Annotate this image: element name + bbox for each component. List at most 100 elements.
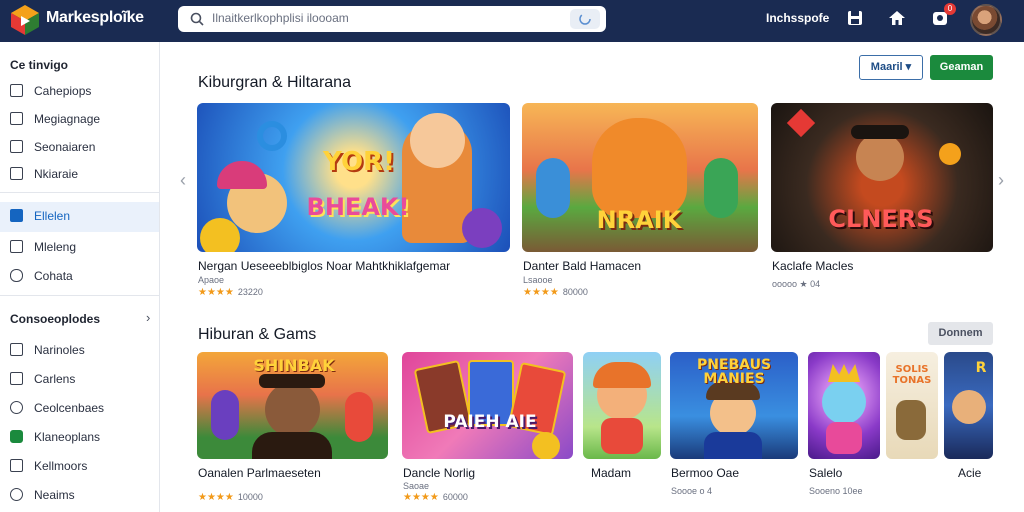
game-card-image[interactable]: YOR! BHEAK! xyxy=(197,103,510,252)
sidebar-item[interactable]: Carlens xyxy=(0,365,159,393)
sidebar-item-label: Carlens xyxy=(34,372,76,386)
hat-illustration xyxy=(259,374,325,388)
sidebar-item[interactable]: Cohata xyxy=(0,262,159,290)
hat-illustration xyxy=(851,125,909,139)
chevron-right-icon[interactable]: › xyxy=(146,310,150,325)
stars: ★★★★ xyxy=(403,492,439,503)
rating-count: 10000 xyxy=(237,492,263,502)
sidebar-item[interactable]: Neaims xyxy=(0,481,159,509)
sidebar-section-heading[interactable]: Consoeoplodes xyxy=(10,312,100,326)
game-card-image[interactable] xyxy=(583,352,661,459)
tag-icon xyxy=(10,459,23,472)
chevron-down-icon: ▾ xyxy=(905,61,912,73)
game-art-title: YOR! xyxy=(323,147,395,177)
game-card-image[interactable]: CLNERS xyxy=(771,103,993,252)
card-subtitle: ooooo ★ 04 xyxy=(772,279,821,289)
alert-circle-icon xyxy=(10,488,23,501)
sidebar-item-label: Mleleng xyxy=(34,240,77,254)
sidebar-item-label: Ceolcenbaes xyxy=(34,401,105,415)
sidebar-item[interactable]: Klaneoplans xyxy=(0,423,159,451)
sidebar-item[interactable]: Narinoles xyxy=(0,336,159,364)
voice-search-button[interactable] xyxy=(570,9,600,29)
coin-illustration xyxy=(939,143,961,165)
rating-count: 80000 xyxy=(562,287,588,297)
sidebar: Ce tinvigo Cahepiops Megiagnage Seonaiar… xyxy=(0,42,160,512)
body-illustration xyxy=(704,432,762,459)
sidebar-heading: Ce tinvigo xyxy=(10,58,69,72)
character-face-illustration xyxy=(952,390,986,424)
sidebar-item[interactable]: Megiagnage xyxy=(0,105,159,133)
ball-illustration xyxy=(532,432,560,459)
crown-illustration xyxy=(828,364,860,382)
search-input[interactable]: Ilnaitkerlkophplisi iloooam xyxy=(212,11,349,25)
chat-icon xyxy=(10,269,23,282)
loading-icon xyxy=(579,13,591,25)
logo-icon[interactable] xyxy=(10,4,40,36)
sidebar-item[interactable]: Ceolcenbaes xyxy=(0,394,159,422)
list-icon xyxy=(10,343,23,356)
section-title: Kiburgran & Hiltarana xyxy=(198,74,351,91)
section-title: Hiburan & Gams xyxy=(198,326,317,343)
divider xyxy=(0,192,159,193)
gamepad-icon xyxy=(10,84,23,97)
sidebar-item[interactable]: Cahepiops xyxy=(0,77,159,105)
check-circle-icon xyxy=(10,401,23,414)
top-nav-link[interactable]: Inchsspofe xyxy=(766,11,829,25)
ball-illustration xyxy=(200,218,240,252)
card-title[interactable]: Acie xyxy=(958,466,981,480)
sidebar-item[interactable]: Seonaiaren xyxy=(0,133,159,161)
card-title[interactable]: Bermoo Oae xyxy=(671,466,739,480)
divider xyxy=(0,295,159,296)
character-illustration xyxy=(536,158,570,218)
box-icon xyxy=(10,140,23,153)
game-art-title: PAIEH AIE xyxy=(443,412,537,432)
body-illustration xyxy=(601,418,643,454)
sidebar-item[interactable]: Nkiaraie xyxy=(0,160,159,188)
game-art-title: SOLIS TONAS xyxy=(892,364,932,386)
sidebar-item-label: Klaneoplans xyxy=(34,430,101,444)
game-card-image[interactable]: PAIEH AIE xyxy=(402,352,573,459)
card-title[interactable]: Oanalen Parlmaeseten xyxy=(198,466,321,480)
game-card-image[interactable] xyxy=(808,352,880,459)
home-icon[interactable] xyxy=(887,8,907,28)
card-title[interactable]: Kaclafe Macles xyxy=(772,259,853,273)
sidebar-item[interactable]: Kellmoors xyxy=(0,452,159,480)
game-card-image[interactable]: PNEBAUS MANIES xyxy=(670,352,798,459)
body-illustration xyxy=(826,422,862,454)
card-title[interactable]: Nergan Ueseeeblbiglos Noar Mahtkhiklafge… xyxy=(198,259,450,273)
game-art-title: CLNERS xyxy=(828,205,934,233)
game-art-title: R xyxy=(975,360,987,376)
sidebar-item-active[interactable]: Ellelen xyxy=(0,202,159,232)
card-title[interactable]: Salelo xyxy=(809,466,842,480)
carousel-next-icon[interactable]: › xyxy=(998,170,1004,191)
search-icon xyxy=(190,12,204,26)
sidebar-item-label: Nkiaraie xyxy=(34,167,79,181)
card-title[interactable]: Danter Bald Hamacen xyxy=(523,259,641,273)
check-icon xyxy=(10,430,23,443)
search-bar[interactable]: Ilnaitkerlkophplisi iloooam xyxy=(178,6,606,32)
creature-illustration xyxy=(896,400,926,440)
game-card-image[interactable]: NRAIK xyxy=(522,103,758,252)
game-art-title: NRAIK xyxy=(596,206,682,234)
filter-dropdown-button[interactable]: Maaril ▾ xyxy=(859,55,923,80)
sidebar-item[interactable]: Mleleng xyxy=(0,233,159,261)
game-card-image[interactable]: SOLIS TONAS xyxy=(886,352,938,459)
rating-count: 60000 xyxy=(442,492,468,502)
card-title[interactable]: Dancle Norlig xyxy=(403,466,475,480)
card-subtitle: Soooe o 4 xyxy=(671,486,713,496)
bear-illustration xyxy=(592,118,687,218)
sidebar-item-label: Megiagnage xyxy=(34,112,101,126)
rating-count: 23220 xyxy=(237,287,263,297)
avatar[interactable] xyxy=(970,4,1002,36)
primary-button[interactable]: Geaman xyxy=(930,55,993,80)
save-icon[interactable] xyxy=(845,8,865,28)
notification-badge: 0 xyxy=(944,3,956,15)
game-card-image[interactable]: SHINBAK xyxy=(197,352,388,459)
stars: ★★★★ xyxy=(523,287,559,298)
card-rating: ★★★★ 80000 xyxy=(523,287,588,298)
brand-name[interactable]: Markesploĩke xyxy=(46,9,144,27)
game-card-image[interactable]: R xyxy=(944,352,993,459)
card-title[interactable]: Madam xyxy=(591,466,631,480)
see-more-button[interactable]: Donnem xyxy=(928,322,993,345)
carousel-prev-icon[interactable]: ‹ xyxy=(180,170,186,191)
